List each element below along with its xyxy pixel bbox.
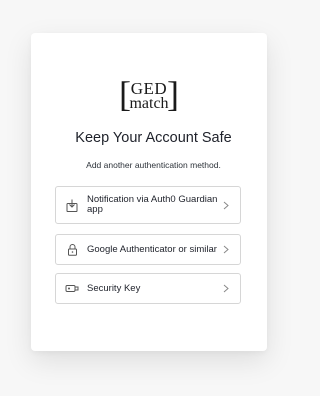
- lock-icon: [65, 243, 79, 257]
- security-key-icon: [65, 282, 79, 296]
- chevron-right-icon: [221, 245, 231, 254]
- logo-bottom-text: match: [129, 95, 169, 112]
- logo-right-bracket: ]: [167, 74, 179, 114]
- option-security-key[interactable]: Security Key: [55, 273, 241, 304]
- option-google-authenticator[interactable]: Google Authenticator or similar: [55, 234, 241, 265]
- page-subtitle: Add another authentication method.: [86, 160, 221, 170]
- option-label: Notification via Auth0 Guardian app: [87, 194, 218, 215]
- logo-mark: [ GED match ]: [119, 74, 179, 114]
- option-guardian-notification[interactable]: Notification via Auth0 Guardian app: [55, 186, 241, 224]
- page-title: Keep Your Account Safe: [75, 130, 232, 146]
- option-label: Security Key: [87, 282, 141, 294]
- gedmatch-logo: [ GED match ]: [31, 74, 267, 114]
- chevron-right-icon: [221, 201, 231, 210]
- option-label: Google Authenticator or similar: [87, 243, 217, 255]
- chevron-right-icon: [221, 284, 231, 293]
- download-phone-icon: [65, 198, 79, 212]
